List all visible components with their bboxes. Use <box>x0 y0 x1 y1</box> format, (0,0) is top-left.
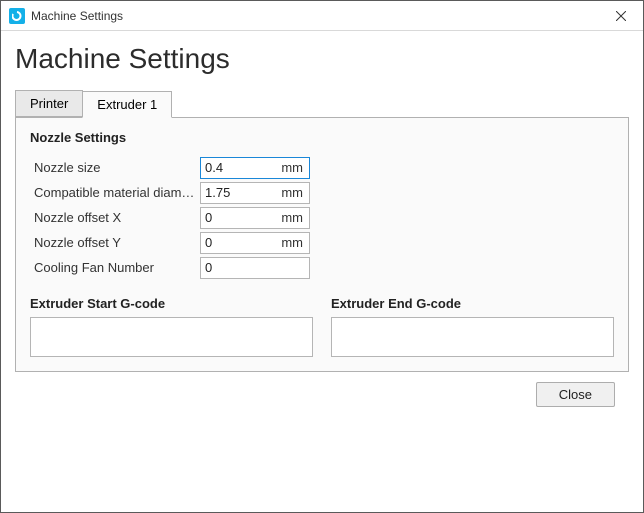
window-title: Machine Settings <box>31 9 599 23</box>
offset-x-unit: mm <box>281 210 303 225</box>
offset-y-input[interactable] <box>205 235 277 250</box>
row-fan-number: Cooling Fan Number <box>30 255 350 280</box>
material-diameter-input-wrap[interactable]: mm <box>200 182 310 204</box>
row-nozzle-size: Nozzle size mm <box>30 155 350 180</box>
label-nozzle-size: Nozzle size <box>30 160 200 175</box>
start-gcode-title: Extruder Start G-code <box>30 296 313 311</box>
offset-y-unit: mm <box>281 235 303 250</box>
label-fan-number: Cooling Fan Number <box>30 260 200 275</box>
row-offset-x: Nozzle offset X mm <box>30 205 350 230</box>
nozzle-size-input-wrap[interactable]: mm <box>200 157 310 179</box>
window-close-button[interactable] <box>599 1 643 31</box>
close-icon <box>616 11 626 21</box>
fan-number-input[interactable] <box>205 260 303 275</box>
nozzle-size-unit: mm <box>281 160 303 175</box>
end-gcode-title: Extruder End G-code <box>331 296 614 311</box>
offset-x-input[interactable] <box>205 210 277 225</box>
offset-x-input-wrap[interactable]: mm <box>200 207 310 229</box>
page-title: Machine Settings <box>15 43 629 75</box>
footer: Close <box>15 372 629 407</box>
material-diameter-input[interactable] <box>205 185 277 200</box>
content: Machine Settings Printer Extruder 1 Nozz… <box>1 31 643 407</box>
material-diameter-unit: mm <box>281 185 303 200</box>
tab-row: Printer Extruder 1 <box>15 89 629 117</box>
close-button[interactable]: Close <box>536 382 615 407</box>
end-gcode-column: Extruder End G-code <box>331 296 614 357</box>
fan-number-input-wrap[interactable] <box>200 257 310 279</box>
titlebar: Machine Settings <box>1 1 643 31</box>
label-offset-x: Nozzle offset X <box>30 210 200 225</box>
panel-extruder: Nozzle Settings Nozzle size mm Compatibl… <box>15 117 629 372</box>
label-material-diameter: Compatible material diam… <box>30 185 200 200</box>
tab-extruder-1[interactable]: Extruder 1 <box>82 91 172 118</box>
section-nozzle-settings: Nozzle Settings <box>30 130 614 145</box>
nozzle-size-input[interactable] <box>205 160 277 175</box>
row-material-diameter: Compatible material diam… mm <box>30 180 350 205</box>
row-offset-y: Nozzle offset Y mm <box>30 230 350 255</box>
start-gcode-column: Extruder Start G-code <box>30 296 313 357</box>
offset-y-input-wrap[interactable]: mm <box>200 232 310 254</box>
start-gcode-textarea[interactable] <box>30 317 313 357</box>
label-offset-y: Nozzle offset Y <box>30 235 200 250</box>
end-gcode-textarea[interactable] <box>331 317 614 357</box>
app-icon <box>9 8 25 24</box>
tab-printer[interactable]: Printer <box>15 90 83 117</box>
